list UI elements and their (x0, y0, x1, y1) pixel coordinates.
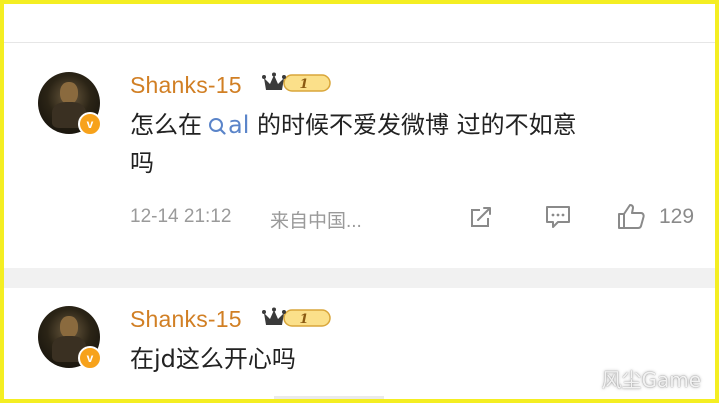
like-count: 129 (659, 205, 695, 228)
verified-badge-icon: v (78, 346, 102, 370)
bottom-divider (274, 396, 384, 399)
comment-text-part: 怎么在 (130, 111, 202, 139)
comment-text: 怎么在 al 的时候不爱发微博 过的不如意吗 (130, 106, 690, 182)
search-link-text[interactable]: al (228, 111, 249, 139)
search-icon[interactable] (208, 108, 226, 135)
avatar-face (60, 82, 78, 104)
avatar[interactable]: v (38, 72, 102, 136)
username[interactable]: Shanks-15 (130, 306, 242, 333)
share-icon[interactable] (468, 204, 494, 230)
top-divider (4, 42, 715, 43)
screenshot-frame: v Shanks-15 1 怎么在 al 的时候不爱发微博 过的不如意吗 12-1… (0, 0, 719, 403)
badge-level: 1 (299, 77, 308, 92)
watermark: 风尘Game (601, 368, 701, 392)
crown-badge-icon: 1 (262, 72, 331, 92)
crown-badge-icon: 1 (262, 307, 331, 327)
comment-text-part: 吗 (130, 149, 154, 177)
like-icon[interactable] (616, 202, 646, 230)
comment-icon[interactable] (544, 204, 572, 230)
comment-separator (4, 268, 715, 288)
username[interactable]: Shanks-15 (130, 72, 242, 99)
comment-text-part: 的时候不爱发微博 过的不如意 (249, 111, 577, 139)
comment-text: 在jd这么开心吗 (130, 345, 296, 373)
comment-source: 来自中国... (270, 211, 362, 232)
comment-timestamp: 12-14 21:12 (130, 206, 232, 227)
verified-badge-icon: v (78, 112, 102, 136)
avatar-face (60, 316, 78, 338)
badge-level: 1 (299, 312, 308, 327)
avatar[interactable]: v (38, 306, 102, 370)
